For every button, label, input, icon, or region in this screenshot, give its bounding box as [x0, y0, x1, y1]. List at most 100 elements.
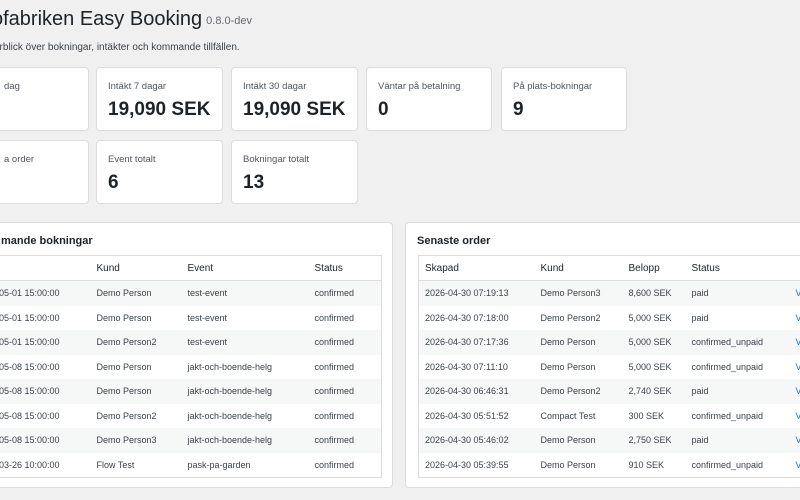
- panel-title: Senaste order: [417, 235, 491, 247]
- order-status: paid: [685, 428, 790, 453]
- booking-status: confirmed: [308, 428, 382, 453]
- bookings-table: Kund Event Status -05-01 15:00:00 Demo Pe…: [0, 255, 382, 478]
- booking-event: jakt-och-boende-helg: [187, 410, 273, 421]
- booking-status: confirmed: [314, 312, 355, 323]
- order-status: paid: [691, 312, 709, 323]
- view-order-link[interactable]: V: [796, 362, 800, 372]
- page-title: ofabriken Easy Booking 0.8.0-dev: [0, 8, 252, 31]
- page-title-text: ofabriken Easy Booking: [0, 8, 203, 30]
- booking-event: jakt-och-boende-helg: [187, 361, 273, 372]
- order-created: 2026-04-30 07:11:10: [425, 361, 508, 372]
- stat-value: 6: [108, 172, 119, 193]
- order-customer: Demo Person2: [534, 379, 623, 404]
- order-amount: 2,740 SEK: [622, 379, 686, 404]
- table-row: 2026-04-30 05:51:52 Compact Test 300 SEK co…: [419, 404, 800, 429]
- order-amount: 5,000 SEK: [628, 312, 672, 323]
- view-order-link[interactable]: V: [796, 435, 800, 445]
- order-status: paid: [685, 280, 790, 306]
- stat-label: Bokningar totalt: [243, 154, 310, 165]
- booking-event: pask-pa-garden: [187, 459, 251, 470]
- booking-date: -05-01 15:00:00: [0, 280, 91, 306]
- stat-label: Väntar på betalning: [378, 81, 461, 92]
- booking-event: jakt-och-boende-helg: [181, 428, 309, 453]
- column-header[interactable]: Belopp: [622, 255, 686, 281]
- order-amount: 8,600 SEK: [622, 280, 686, 306]
- order-status: paid: [685, 379, 790, 404]
- stat-card-today: dag: [0, 67, 89, 131]
- order-amount: 300 SEK: [628, 410, 665, 421]
- table-row: -05-08 15:00:00 Demo Person jakt-och-boend…: [0, 379, 382, 404]
- view-order-link[interactable]: V: [796, 288, 800, 298]
- booking-status: confirmed: [314, 459, 355, 470]
- stat-value: 0: [378, 99, 389, 120]
- booking-event: test-event: [181, 280, 309, 306]
- booking-status: confirmed: [308, 330, 382, 355]
- latest-orders-panel: Senaste order Skapad Kund Belopp Status …: [405, 222, 800, 488]
- column-header[interactable]: Status: [685, 255, 790, 281]
- view-order-link[interactable]: V: [796, 313, 800, 323]
- order-customer: Demo Person2: [540, 312, 601, 323]
- booking-customer: Flow Test: [96, 459, 135, 470]
- booking-customer: Demo Person2: [90, 330, 182, 355]
- table-row: -05-01 15:00:00 Demo Person2 test-event con…: [0, 330, 382, 355]
- table-row: -05-08 15:00:00 Demo Person3 jakt-och-boen…: [0, 428, 382, 453]
- stat-value: 13: [243, 172, 265, 193]
- table-header-row: Kund Event Status: [0, 255, 382, 281]
- table-row: 2026-04-30 05:46:02 Demo Person 2,750 SEK p…: [418, 428, 800, 453]
- booking-date: -05-08 15:00:00: [0, 410, 60, 421]
- booking-customer: Demo Person: [96, 312, 152, 323]
- order-created: 2026-04-30 07:18:00: [425, 312, 509, 323]
- order-amount: 5,000 SEK: [622, 330, 686, 355]
- stat-label: dag: [4, 81, 20, 92]
- booking-date: -05-01 15:00:00: [0, 330, 91, 355]
- column-header[interactable]: [0, 255, 91, 281]
- stat-card-onsite-bookings: På plats-bokningar 9: [501, 67, 627, 131]
- order-amount: 2,750 SEK: [622, 428, 686, 453]
- table-row: 2026-04-30 07:17:36 Demo Person 5,000 SEK c…: [418, 330, 800, 355]
- booking-event: jakt-och-boende-helg: [181, 379, 309, 404]
- booking-date: -05-08 15:00:00: [0, 428, 91, 453]
- table-row: -05-08 15:00:00 Demo Person2 jakt-och-boen…: [0, 404, 382, 429]
- table-row: 2026-04-30 07:18:00 Demo Person2 5,000 SEK…: [419, 306, 800, 331]
- order-created: 2026-04-30 05:46:02: [418, 428, 535, 453]
- order-created: 2026-04-30 06:46:31: [418, 379, 535, 404]
- view-order-link[interactable]: V: [796, 386, 800, 396]
- table-row: -05-08 15:00:00 Demo Person jakt-och-boend…: [0, 355, 382, 380]
- order-customer: Compact Test: [540, 410, 596, 421]
- booking-event: test-event: [187, 312, 228, 323]
- booking-status: confirmed: [308, 280, 382, 306]
- booking-status: confirmed: [314, 410, 355, 421]
- column-header: [789, 255, 800, 281]
- column-header[interactable]: Skapad: [418, 255, 535, 281]
- order-created: 2026-04-30 07:19:13: [418, 280, 535, 306]
- table-row: 2026-04-30 05:39:55 Demo Person 910 SEK con…: [419, 453, 800, 478]
- version-label: 0.8.0-dev: [206, 15, 253, 27]
- booking-date: -05-08 15:00:00: [0, 379, 91, 404]
- view-order-link[interactable]: V: [796, 460, 800, 470]
- stat-card-orders: a order: [0, 140, 89, 204]
- stat-label: a order: [4, 154, 35, 165]
- column-header[interactable]: Kund: [534, 255, 623, 281]
- stat-label: Event totalt: [108, 154, 156, 165]
- order-created: 2026-04-30 05:39:55: [425, 459, 509, 470]
- orders-table: Skapad Kund Belopp Status 2026-04-30 07:…: [418, 255, 800, 478]
- view-order-link[interactable]: V: [796, 337, 800, 347]
- order-status: confirmed_unpaid: [691, 459, 764, 470]
- booking-status: confirmed: [314, 361, 355, 372]
- column-header[interactable]: Event: [181, 255, 309, 281]
- stat-label: Intäkt 7 dagar: [108, 81, 167, 92]
- stat-label: Intäkt 30 dagar: [243, 81, 307, 92]
- stat-card-bookings-total: Bokningar totalt 13: [231, 140, 358, 204]
- order-created: 2026-04-30 07:17:36: [418, 330, 535, 355]
- booking-customer: Demo Person2: [96, 410, 157, 421]
- order-customer: Demo Person: [540, 361, 596, 372]
- table-row: -05-01 15:00:00 Demo Person test-event conf…: [0, 280, 382, 306]
- booking-event: test-event: [181, 330, 309, 355]
- column-header[interactable]: Status: [308, 255, 382, 281]
- stat-value: 19,090 SEK: [108, 99, 211, 120]
- booking-date: -05-08 15:00:00: [0, 361, 60, 372]
- column-header[interactable]: Kund: [90, 255, 182, 281]
- view-order-link[interactable]: V: [796, 411, 800, 421]
- booking-status: confirmed: [308, 379, 382, 404]
- panel-title: mande bokningar: [1, 235, 93, 247]
